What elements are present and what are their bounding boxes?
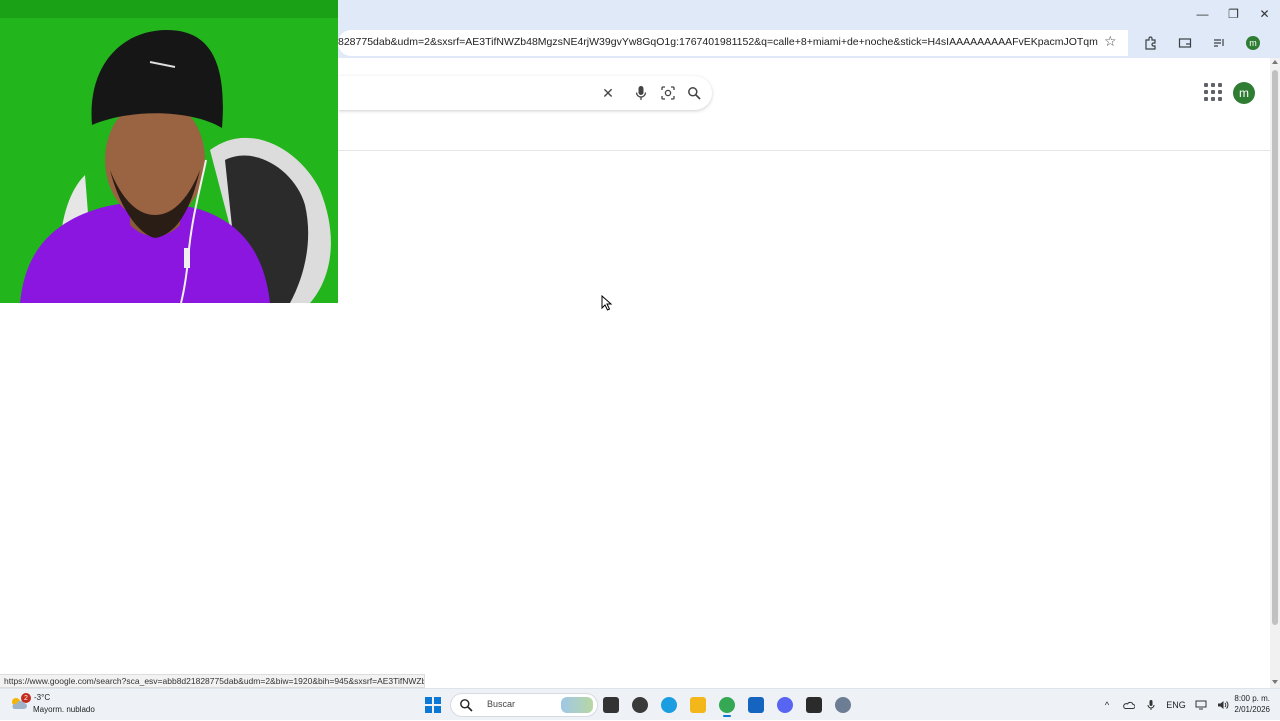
url-text[interactable]: 828775dab&udm=2&sxsrf=AE3TifNWZb48MgzsNE… [338,36,1098,48]
webcam-person-image [0,0,338,303]
address-bar[interactable]: 828775dab&udm=2&sxsrf=AE3TifNWZb48MgzsNE… [338,30,1128,56]
chrome-icon [719,697,735,713]
header-divider [338,150,1270,151]
link-status-bar: https://www.google.com/search?sca_esv=ab… [0,674,425,688]
profile-avatar[interactable]: m [1236,28,1270,58]
file-explorer-task[interactable] [600,693,622,717]
minimize-button[interactable]: — [1187,0,1218,28]
scroll-down-arrow-icon[interactable] [1272,680,1278,684]
webcam-overlay [0,0,338,303]
windows-start-icon[interactable] [425,697,441,713]
cast-icon[interactable] [1168,28,1202,58]
settings-task[interactable] [832,693,854,717]
edge-icon [661,697,677,713]
search-highlight-image [561,697,593,713]
edge-task[interactable] [658,693,680,717]
system-tray: ^ ENG [1096,689,1234,721]
voice-search-icon[interactable] [631,83,651,103]
extensions-icon[interactable] [1134,28,1168,58]
network-icon[interactable] [1190,689,1212,721]
discord-icon [777,697,793,713]
onedrive-icon[interactable] [1118,689,1140,721]
taskbar-apps [600,693,854,717]
clear-search-icon[interactable]: ✕ [598,83,618,103]
file-explorer-icon [603,697,619,713]
search-icon [460,699,473,712]
obs-studio-task[interactable] [629,693,651,717]
google-account-avatar[interactable]: m [1233,82,1255,104]
search-submit-icon[interactable] [684,83,704,103]
mouse-cursor-icon [601,295,613,311]
lens-search-icon[interactable] [658,83,678,103]
taskbar-search[interactable]: Buscar [450,693,598,717]
show-hidden-icons-icon[interactable]: ^ [1096,689,1118,721]
window-controls: — ❐ ✕ [1187,0,1280,28]
folder-icon [690,697,706,713]
system-clock[interactable]: 8:00 p. m. 2/01/2026 [1226,693,1270,715]
store-icon [748,697,764,713]
weather-description: Mayorm. nublado [33,705,95,714]
restore-button[interactable]: ❐ [1218,0,1249,28]
obs-studio-icon [632,697,648,713]
google-apps-icon[interactable] [1203,82,1225,104]
scroll-up-arrow-icon[interactable] [1272,60,1278,64]
discord-task[interactable] [774,693,796,717]
clock-time: 8:00 p. m. [1234,694,1270,703]
windows-taskbar: 2 -3°C Mayorm. nublado Buscar ^ ENG 8:00… [0,688,1280,720]
folder-task[interactable] [687,693,709,717]
taskbar-search-label: Buscar [487,699,516,709]
microphone-icon[interactable] [1140,689,1162,721]
browser-menu-icon[interactable]: ⋮ [1270,28,1280,58]
media-control-icon[interactable] [1202,28,1236,58]
epic-games-task[interactable] [803,693,825,717]
weather-temperature: -3°C [34,693,51,702]
close-window-button[interactable]: ✕ [1249,0,1280,28]
epic-games-icon [806,697,822,713]
profile-avatar-initial: m [1246,36,1260,50]
bookmark-star-icon[interactable]: ☆ [1104,33,1117,50]
page-scrollbar[interactable] [1270,58,1280,688]
settings-icon [835,697,851,713]
scroll-thumb[interactable] [1272,70,1278,625]
search-box[interactable]: ✕ [338,76,712,110]
input-language[interactable]: ENG [1162,689,1190,721]
weather-alert-badge: 2 [21,693,31,703]
store-task[interactable] [745,693,767,717]
chrome-task[interactable] [716,693,738,717]
clock-date: 2/01/2026 [1234,705,1270,714]
